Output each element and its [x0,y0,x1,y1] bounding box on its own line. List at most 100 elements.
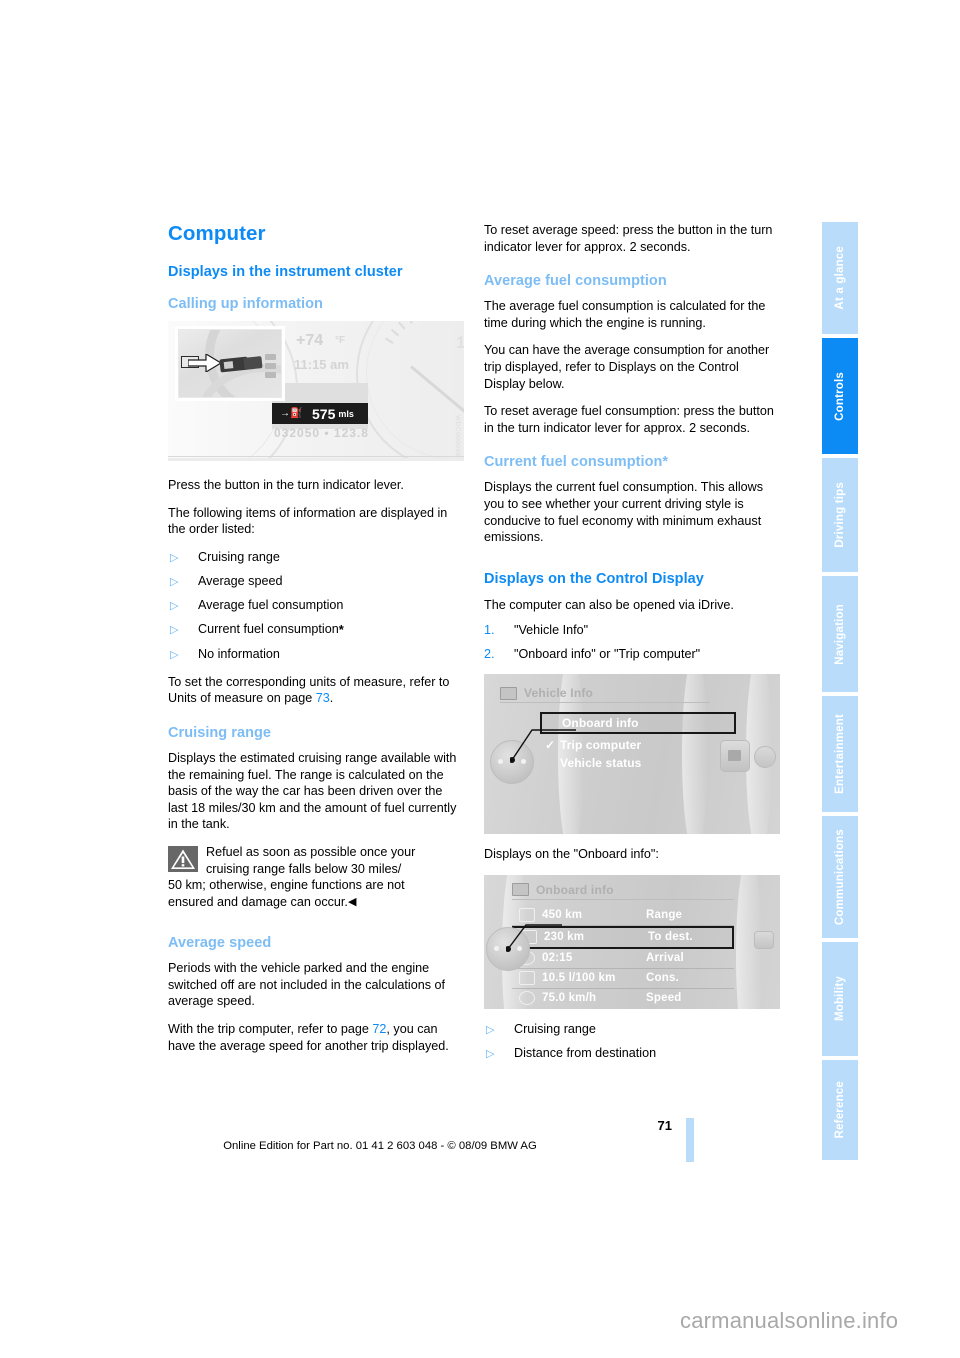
idrive-far-button[interactable] [754,930,774,949]
list-item-label: Cruising range [198,549,280,564]
tab-label: Reference [834,1081,846,1139]
arrow-pointer-icon [188,354,222,372]
row-value: 10.5 l/100 km [542,972,616,985]
fuel-pump-icon: →⛽ [280,408,303,419]
list-item: ▷ Average fuel consumption [168,597,464,614]
list-displayed-items: ▷ Cruising range ▷ Average speed ▷ Avera… [168,549,464,663]
list-onboard-info-items: ▷ Cruising range ▷ Distance from destina… [484,1021,780,1062]
page-title: Computer [168,222,266,245]
wheel-buttons [265,354,276,378]
screen-title: Onboard info [536,882,614,897]
paragraph-items-order: The following items of information are d… [168,505,448,537]
tab-at-a-glance[interactable]: At a glance [822,222,858,334]
list-item: ▷ Cruising range [484,1021,780,1038]
paragraph-units-of-measure: To set the corresponding units of measur… [168,674,464,707]
warning-line-4-text: ensured and damage can occur. [168,894,348,909]
warning-line-2: cruising range falls below 30 miles/ [206,861,402,876]
fuel-pump-icon [512,971,542,986]
triangle-bullet-icon: ▷ [170,551,179,564]
site-watermark: carmanualsonline.info [680,1308,899,1333]
triangle-bullet-icon: ▷ [170,599,179,612]
warning-line-1: Refuel as soon as possible once your [206,844,416,859]
list-item: ▷ Cruising range [168,549,464,566]
cluster-tick-marks [374,321,464,453]
paragraph-current-fuel: Displays the current fuel consumption. T… [484,480,764,545]
footer-blue-bar [686,1118,694,1162]
page-reference-link-72[interactable]: 72 [372,1022,386,1036]
warning-line-4: ensured and damage can occur.◀ [168,894,464,911]
units-text-pre: To set the corresponding units of measur… [168,674,450,706]
cluster-temperature-unit: °F [335,335,346,346]
list-item-label: Distance from destination [514,1045,657,1060]
cluster-range-value: 575 [312,405,336,422]
tab-label: Entertainment [834,714,846,794]
figure-vehicle-info-menu: Vehicle Info Onboard info ✓ Trip compute… [484,674,780,834]
trip-text-pre: With the trip computer, refer to page [168,1022,373,1037]
paragraph-reset-average-speed: To reset average speed: press the button… [484,223,773,254]
leader-line [510,729,576,763]
tab-label: At a glance [834,246,846,310]
figure-caption-onboard-info: Displays on the "Onboard info": [484,847,659,861]
tab-communications[interactable]: Communications [822,816,858,938]
idrive-side-button[interactable] [720,740,750,772]
figure-code-label: WDC000096 [454,415,461,457]
list-item-label: Average speed [198,573,283,588]
tab-navigation[interactable]: Navigation [822,576,858,692]
list-item-label: Average fuel consumption [198,597,344,612]
triangle-bullet-icon: ▷ [170,649,179,662]
tab-controls[interactable]: Controls [822,338,858,454]
paragraph-avg-fuel-3: To reset average fuel consumption: press… [484,404,774,435]
screen-title-bar: Onboard info [512,881,734,900]
subheading-average-speed: Average speed [168,935,272,952]
footer-edition-note: Online Edition for Part no. 01 41 2 603 … [223,1140,537,1152]
onboard-icon [512,883,529,897]
row-label: Cons. [646,972,679,985]
step-label: "Vehicle Info" [514,623,589,638]
paragraph-cruising-range: Displays the estimated cruising range av… [168,750,457,832]
tab-entertainment[interactable]: Entertainment [822,696,858,812]
cluster-odometer: 032050 • 123.8 [274,426,369,440]
triangle-bullet-icon: ▷ [170,575,179,588]
tab-driving-tips[interactable]: Driving tips [822,458,858,572]
paragraph-avg-fuel-2: You can have the average consumption for… [484,343,770,391]
table-row[interactable]: 75.0 km/h Speed [512,989,734,1008]
step-label: "Onboard info" or "Trip computer" [514,647,701,662]
tab-label: Driving tips [834,482,846,548]
cluster-range-readout: →⛽ 575 mls [272,403,368,424]
tab-label: Communications [834,828,846,926]
paragraph-average-speed: Periods with the vehicle parked and the … [168,961,446,1009]
cluster-temperature: +74 [296,332,324,349]
cluster-bottom-bar [168,458,464,461]
list-item-label: Cruising range [514,1021,596,1036]
manual-page: At a glance Controls Driving tips Naviga… [0,0,960,1358]
tab-mobility[interactable]: Mobility [822,942,858,1056]
triangle-bullet-icon: ▷ [170,624,179,637]
cluster-baseline [168,456,464,457]
paragraph-avg-fuel-1: The average fuel consumption is calculat… [484,299,766,330]
cluster-inset-photo [175,326,285,401]
units-text-post: . [329,691,334,706]
subheading-current-fuel-consumption: Current fuel consumption* [484,454,669,471]
row-label: Range [646,909,683,922]
cluster-clock: 11:15 am [294,357,349,372]
table-row[interactable]: 10.5 l/100 km Cons. [512,969,734,989]
page-reference-link-73[interactable]: 73 [316,691,330,705]
row-label: To dest. [648,931,693,944]
speedometer-icon [512,991,542,1006]
list-item: ▷ Current fuel consumption* [168,621,464,639]
car-icon [500,686,517,700]
step-number: 1. [484,623,495,638]
page-number: 71 [657,1118,672,1133]
list-item: ▷ Average speed [168,573,464,590]
left-column: Computer Displays in the instrument clus… [168,222,464,1065]
tab-label: Controls [834,371,846,421]
right-column: To reset average speed: press the button… [484,222,780,1072]
tab-reference[interactable]: Reference [822,1060,858,1160]
list-item: 1. "Vehicle Info" [484,622,780,639]
list-item-label: Current fuel consumption [198,622,339,637]
warning-end-marker: ◀ [347,895,357,908]
idrive-far-button[interactable] [754,746,776,768]
figure-instrument-cluster: 1 2 +74 °F 11:15 am →⛽ 575 mls 032050 • … [168,321,464,461]
warning-triangle-icon [168,845,198,872]
warning-block: Refuel as soon as possible once your cru… [168,844,464,910]
